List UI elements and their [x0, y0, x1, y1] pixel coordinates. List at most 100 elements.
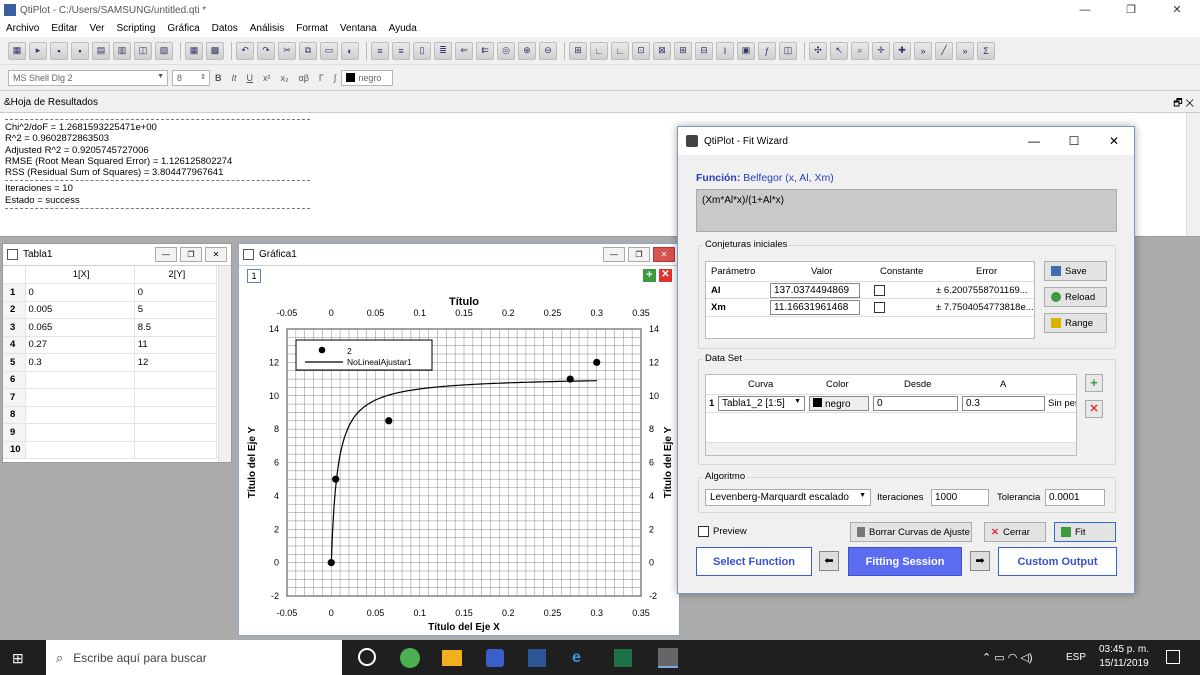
fit-button[interactable]: Fit — [1054, 522, 1116, 542]
maximize-button[interactable]: ❐ — [1108, 0, 1154, 20]
taskbar-search[interactable]: ⌕ Escribe aquí para buscar — [46, 640, 342, 675]
fit-plot[interactable]: -0.05 -0.05 0 0 0.05 0.05 0.1 0.1 0.15 0.15 0.2 0.2… — [239, 266, 679, 635]
print-icon[interactable]: ▥ — [113, 41, 131, 60]
data-table[interactable]: 1[X] 2[Y] 100 2 0.005 5 3 0.065 8.5 4 0.27 11 5… — [3, 266, 218, 459]
algorithm-select[interactable]: Levenberg-Marquardt escalado ▼ — [705, 489, 871, 506]
excel-icon[interactable] — [614, 649, 632, 667]
table-row[interactable]: 6 — [3, 371, 218, 389]
graph-maximize-button[interactable]: ❐ — [628, 247, 650, 262]
zoom-out-icon[interactable]: ⊖ — [539, 41, 557, 60]
preview-checkbox[interactable]: Preview — [698, 526, 747, 537]
results-window-controls[interactable]: 🗗 ✕ — [1173, 96, 1194, 113]
text-cursor-icon[interactable]: I — [716, 41, 734, 60]
pointer-icon[interactable]: ↖ — [830, 41, 848, 60]
new-table-icon[interactable]: ▦ — [185, 41, 203, 60]
notifications-icon[interactable] — [1166, 650, 1180, 664]
menu-datos[interactable]: Datos — [206, 23, 244, 34]
move-down-icon[interactable]: ≣ — [434, 41, 452, 60]
fit-minimize-button[interactable]: — — [1014, 127, 1054, 155]
undo-icon[interactable]: ↶ — [236, 41, 254, 60]
fit-close-button[interactable]: ✕ — [1094, 127, 1134, 155]
export-pdf-icon[interactable]: ▧ — [155, 41, 173, 60]
table-row[interactable]: 8 — [3, 406, 218, 424]
select-function-button[interactable]: Select Function — [696, 547, 812, 576]
menu-grafica[interactable]: Gráfica — [161, 23, 205, 34]
params-table[interactable]: Parámetro Valor Constante Error Al 137.0… — [705, 261, 1035, 339]
table-row[interactable]: 9 — [3, 423, 218, 442]
sum-icon[interactable]: Σ — [977, 41, 995, 60]
subscript-button[interactable]: x₂ — [281, 73, 289, 83]
minimize-button[interactable]: — — [1062, 0, 1108, 20]
param-row-xm[interactable]: Xm 11.16631961468 ± 7.7504054773818e... — [706, 299, 1034, 317]
clear-icon[interactable]: ◐ — [341, 41, 359, 60]
new-matrix-icon[interactable]: ▩ — [206, 41, 224, 60]
remove-dataset-icon[interactable]: ✕ — [1085, 400, 1103, 418]
fit-maximize-button[interactable]: ☐ — [1054, 127, 1094, 155]
add-layer-icon[interactable]: ⊞ — [674, 41, 692, 60]
screen-reader-icon[interactable]: ✣ — [809, 41, 827, 60]
table-row[interactable]: 5 0.3 12 — [3, 353, 218, 372]
xm-value-input[interactable]: 11.16631961468 — [770, 300, 860, 315]
bold-button[interactable]: B — [215, 73, 222, 83]
open-icon[interactable]: ▸ — [29, 41, 47, 60]
curve-select[interactable]: Tabla1_2 [1:5] ▼ — [718, 396, 805, 411]
close-button[interactable]: ✕ — [1154, 0, 1200, 20]
redo-icon[interactable]: ↷ — [257, 41, 275, 60]
rescale-icon[interactable]: ⊠ — [653, 41, 671, 60]
col-header-x[interactable]: 1[X] — [25, 266, 135, 284]
axes2-icon[interactable]: ∟ — [611, 41, 629, 60]
save-as-icon[interactable]: ▪ — [71, 41, 89, 60]
results-scrollbar[interactable] — [1186, 113, 1200, 236]
clear-fit-curves-button[interactable]: Borrar Curvas de Ajuste — [850, 522, 972, 542]
insert-row-icon[interactable]: ≡ — [392, 41, 410, 60]
clock[interactable]: 03:45 p. m. 15/11/2019 — [1094, 644, 1154, 669]
tray-icons[interactable]: ⌃ ▭ ◠ ◁) — [982, 651, 1033, 664]
graph-minimize-button[interactable]: — — [603, 247, 625, 262]
table-minimize-button[interactable]: — — [155, 247, 177, 262]
menu-ayuda[interactable]: Ayuda — [383, 23, 423, 34]
windows-start-icon[interactable]: ⊞ — [12, 650, 28, 666]
weight-cell[interactable]: Sin pes — [1048, 398, 1076, 409]
remove-layer-icon[interactable]: ⊟ — [695, 41, 713, 60]
xm-constant-checkbox[interactable] — [874, 302, 885, 313]
arrange-icon[interactable]: ⊡ — [632, 41, 650, 60]
col-header-y[interactable]: 2[Y] — [134, 266, 218, 284]
underline-button[interactable]: U — [247, 73, 254, 83]
date-icon[interactable]: ◫ — [779, 41, 797, 60]
layout-icon[interactable]: ⊞ — [569, 41, 587, 60]
language-indicator[interactable]: ESP — [1066, 652, 1086, 663]
menu-ventana[interactable]: Ventana — [334, 23, 383, 34]
new-project-icon[interactable]: ▦ — [8, 41, 26, 60]
chrome-icon[interactable] — [400, 648, 420, 668]
superscript-button[interactable]: x² — [263, 73, 271, 83]
reload-button[interactable]: Reload — [1044, 287, 1107, 307]
table-scrollbar[interactable] — [218, 266, 231, 462]
word-icon[interactable] — [528, 649, 546, 667]
more-arrows2-icon[interactable]: » — [956, 41, 974, 60]
save-button[interactable]: Save — [1044, 261, 1107, 281]
al-constant-checkbox[interactable] — [874, 285, 885, 296]
magnifier-icon[interactable]: ⌕ — [851, 41, 869, 60]
range-button[interactable]: Range — [1044, 313, 1107, 333]
close-button[interactable]: ✕ Cerrar — [984, 522, 1046, 542]
al-value-input[interactable]: 137.0374494869 — [770, 283, 860, 298]
greek-icon[interactable]: αβ — [299, 73, 309, 83]
axes-icon[interactable]: ∟ — [590, 41, 608, 60]
table-maximize-button[interactable]: ❐ — [180, 247, 202, 262]
outdent-icon[interactable]: ⇇ — [476, 41, 494, 60]
table-row[interactable]: 100 — [3, 283, 218, 302]
menu-scripting[interactable]: Scripting — [111, 23, 162, 34]
function-icon[interactable]: ƒ — [758, 41, 776, 60]
custom-output-button[interactable]: Custom Output — [998, 547, 1117, 576]
menu-editar[interactable]: Editar — [45, 23, 83, 34]
integral-icon[interactable]: ∫ — [334, 73, 336, 83]
move-points-icon[interactable]: ✚ — [893, 41, 911, 60]
from-input[interactable]: 0 — [873, 396, 958, 411]
prev-page-icon[interactable]: ⬅ — [819, 551, 839, 571]
to-input[interactable]: 0.3 — [962, 396, 1045, 411]
file-explorer-icon[interactable] — [442, 650, 462, 666]
formula-box[interactable]: (Xm*Al*x)/(1+Al*x) — [696, 189, 1117, 232]
import-icon[interactable]: ▤ — [92, 41, 110, 60]
dataset-row[interactable]: 1 Tabla1_2 [1:5] ▼ negro 0 0.3 Sin pes — [706, 394, 1076, 413]
table-row[interactable]: 3 0.065 8.5 — [3, 318, 218, 337]
